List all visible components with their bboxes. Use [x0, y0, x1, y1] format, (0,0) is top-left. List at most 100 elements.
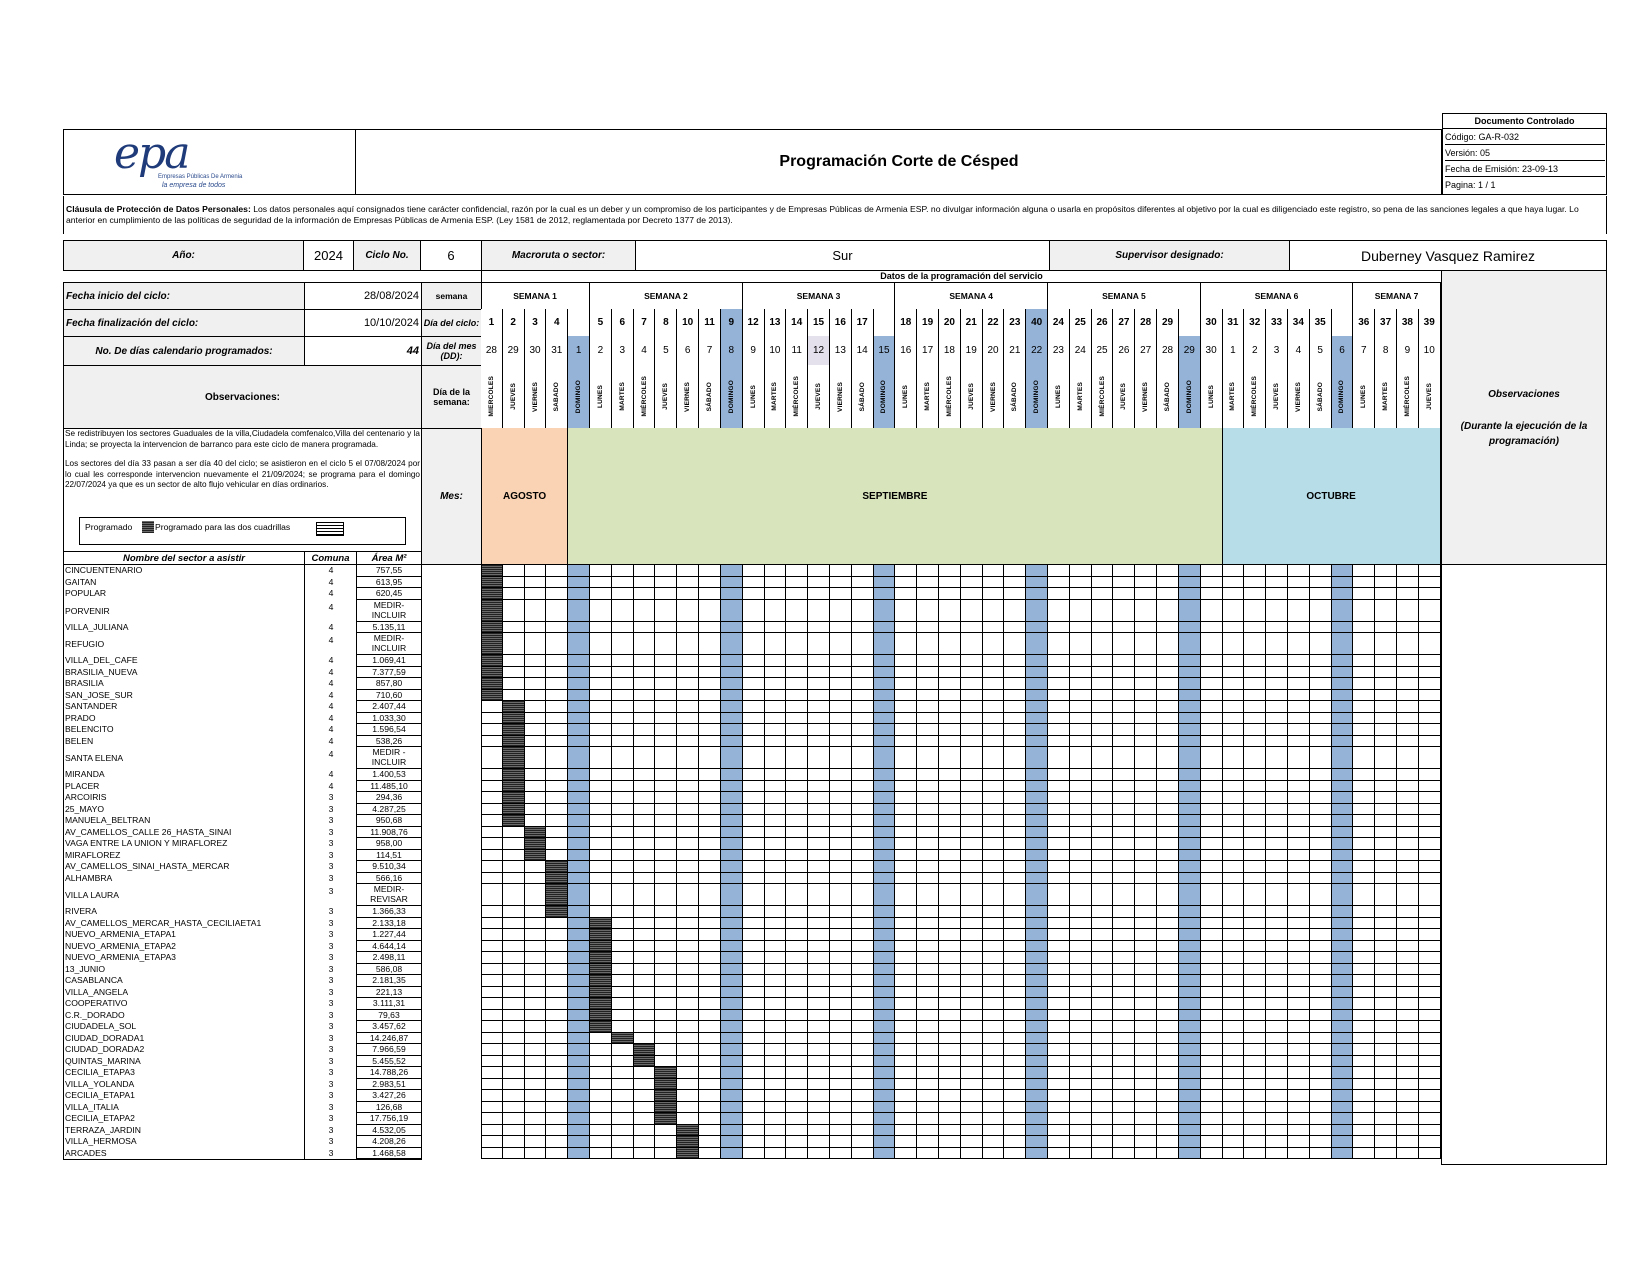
schedule-cell: [829, 780, 852, 792]
control-code: Código: GA-R-032: [1445, 130, 1605, 145]
schedule-cell: [895, 1136, 918, 1148]
schedule-cell: [786, 803, 809, 815]
schedule-cell: [1026, 1124, 1049, 1136]
schedule-cell: [960, 1021, 983, 1033]
schedule-cell: [568, 1136, 591, 1148]
schedule-cell: [546, 940, 569, 952]
schedule-cell: [1353, 678, 1376, 690]
schedule-cell: [1418, 998, 1441, 1010]
schedule-cell: [1178, 769, 1201, 781]
schedule-cell: [829, 849, 852, 861]
schedule-cell: [939, 735, 961, 747]
schedule-cell: [1287, 917, 1310, 929]
schedule-cell: [829, 621, 852, 633]
schedule-cell: [1048, 1078, 1070, 1090]
schedule-cell: [1069, 986, 1092, 998]
schedule-cell: [1266, 986, 1288, 998]
schedule-cell: [1266, 1055, 1288, 1067]
schedule-cell: [1091, 838, 1114, 850]
schedule-cell: [1091, 929, 1114, 941]
schedule-cell: [1309, 952, 1332, 964]
schedule-cell: [982, 1113, 1005, 1125]
schedule-cell: [1397, 747, 1419, 769]
schedule-cell: [1048, 872, 1070, 884]
schedule-cell: [1331, 769, 1354, 781]
schedule-cell: [851, 849, 874, 861]
schedule-cell: [960, 917, 983, 929]
schedule-cell: [677, 576, 700, 588]
schedule-cell: [939, 565, 961, 577]
schedule-cell: [1135, 861, 1158, 873]
schedule-cell: [590, 952, 612, 964]
schedule-cell: [829, 1136, 852, 1148]
schedule-cell: [1135, 1090, 1158, 1102]
schedule-cell: [1309, 872, 1332, 884]
schedule-cell: [808, 849, 830, 861]
sector-comuna: 3: [304, 929, 357, 941]
schedule-cell: [1113, 906, 1136, 918]
sector-area: 1.468,58: [356, 1147, 422, 1159]
schedule-cell: [524, 576, 547, 588]
month-day: 3: [611, 336, 634, 366]
schedule-cell: [655, 747, 678, 769]
schedule-cell: [1157, 872, 1179, 884]
schedule-cell: [1287, 576, 1310, 588]
schedule-cell: [699, 599, 721, 622]
schedule-cell: [1353, 815, 1376, 827]
schedule-cell: [633, 940, 656, 952]
month-day: 10: [764, 336, 787, 366]
schedule-cell: [851, 872, 874, 884]
schedule-cell: [1287, 735, 1310, 747]
schedule-cell: [1200, 1124, 1223, 1136]
schedule-cell: [655, 929, 678, 941]
schedule-cell: [1200, 678, 1223, 690]
schedule-cell: [502, 599, 525, 622]
schedule-cell: [1418, 712, 1441, 724]
schedule-cell: [1222, 769, 1245, 781]
schedule-cell: [1397, 1124, 1419, 1136]
schedule-cell: [982, 689, 1005, 701]
month-day: 14: [851, 336, 874, 366]
schedule-cell: [1331, 906, 1354, 918]
schedule-cell: [524, 621, 547, 633]
schedule-cell: [481, 884, 503, 906]
schedule-cell: [1418, 1044, 1441, 1056]
schedule-cell: [677, 769, 700, 781]
schedule-cell: [742, 689, 765, 701]
month-day: 18: [939, 336, 961, 366]
sector-name: C.R._DORADO: [63, 1009, 305, 1021]
schedule-cell: [895, 838, 918, 850]
schedule-cell: [655, 1055, 678, 1067]
schedule-cell: [481, 1021, 503, 1033]
schedule-cell: [1004, 565, 1027, 577]
schedule-cell: [1266, 780, 1288, 792]
schedule-cell: [808, 1078, 830, 1090]
schedule-cell: [873, 1113, 896, 1125]
schedule-cell: [1375, 633, 1397, 655]
schedule-cell: [1004, 884, 1027, 906]
schedule-cell: [1244, 689, 1267, 701]
sector-area: MEDIR-REVISAR: [356, 884, 422, 906]
schedule-cell: [655, 769, 678, 781]
schedule-cell: [917, 872, 939, 884]
schedule-cell: [982, 952, 1005, 964]
schedule-cell: [960, 689, 983, 701]
schedule-cell: [1135, 689, 1158, 701]
schedule-cell: [720, 975, 743, 987]
schedule-cell: [1397, 724, 1419, 736]
schedule-cell: [633, 838, 656, 850]
schedule-cell: [611, 1090, 634, 1102]
schedule-cell: [1353, 826, 1376, 838]
data-protection-clause: Cláusula de Protección de Datos Personal…: [63, 196, 1607, 234]
schedule-cell: [481, 633, 503, 655]
sector-comuna: 3: [304, 792, 357, 804]
schedule-cell: [1048, 576, 1070, 588]
schedule-cell: [1091, 952, 1114, 964]
schedule-cell: [873, 780, 896, 792]
schedule-cell: [939, 917, 961, 929]
schedule-cell: [1244, 1044, 1267, 1056]
schedule-cell: [1331, 1136, 1354, 1148]
schedule-cell: [1375, 735, 1397, 747]
schedule-cell: [786, 929, 809, 941]
sector-name: ARCADES: [63, 1147, 305, 1159]
